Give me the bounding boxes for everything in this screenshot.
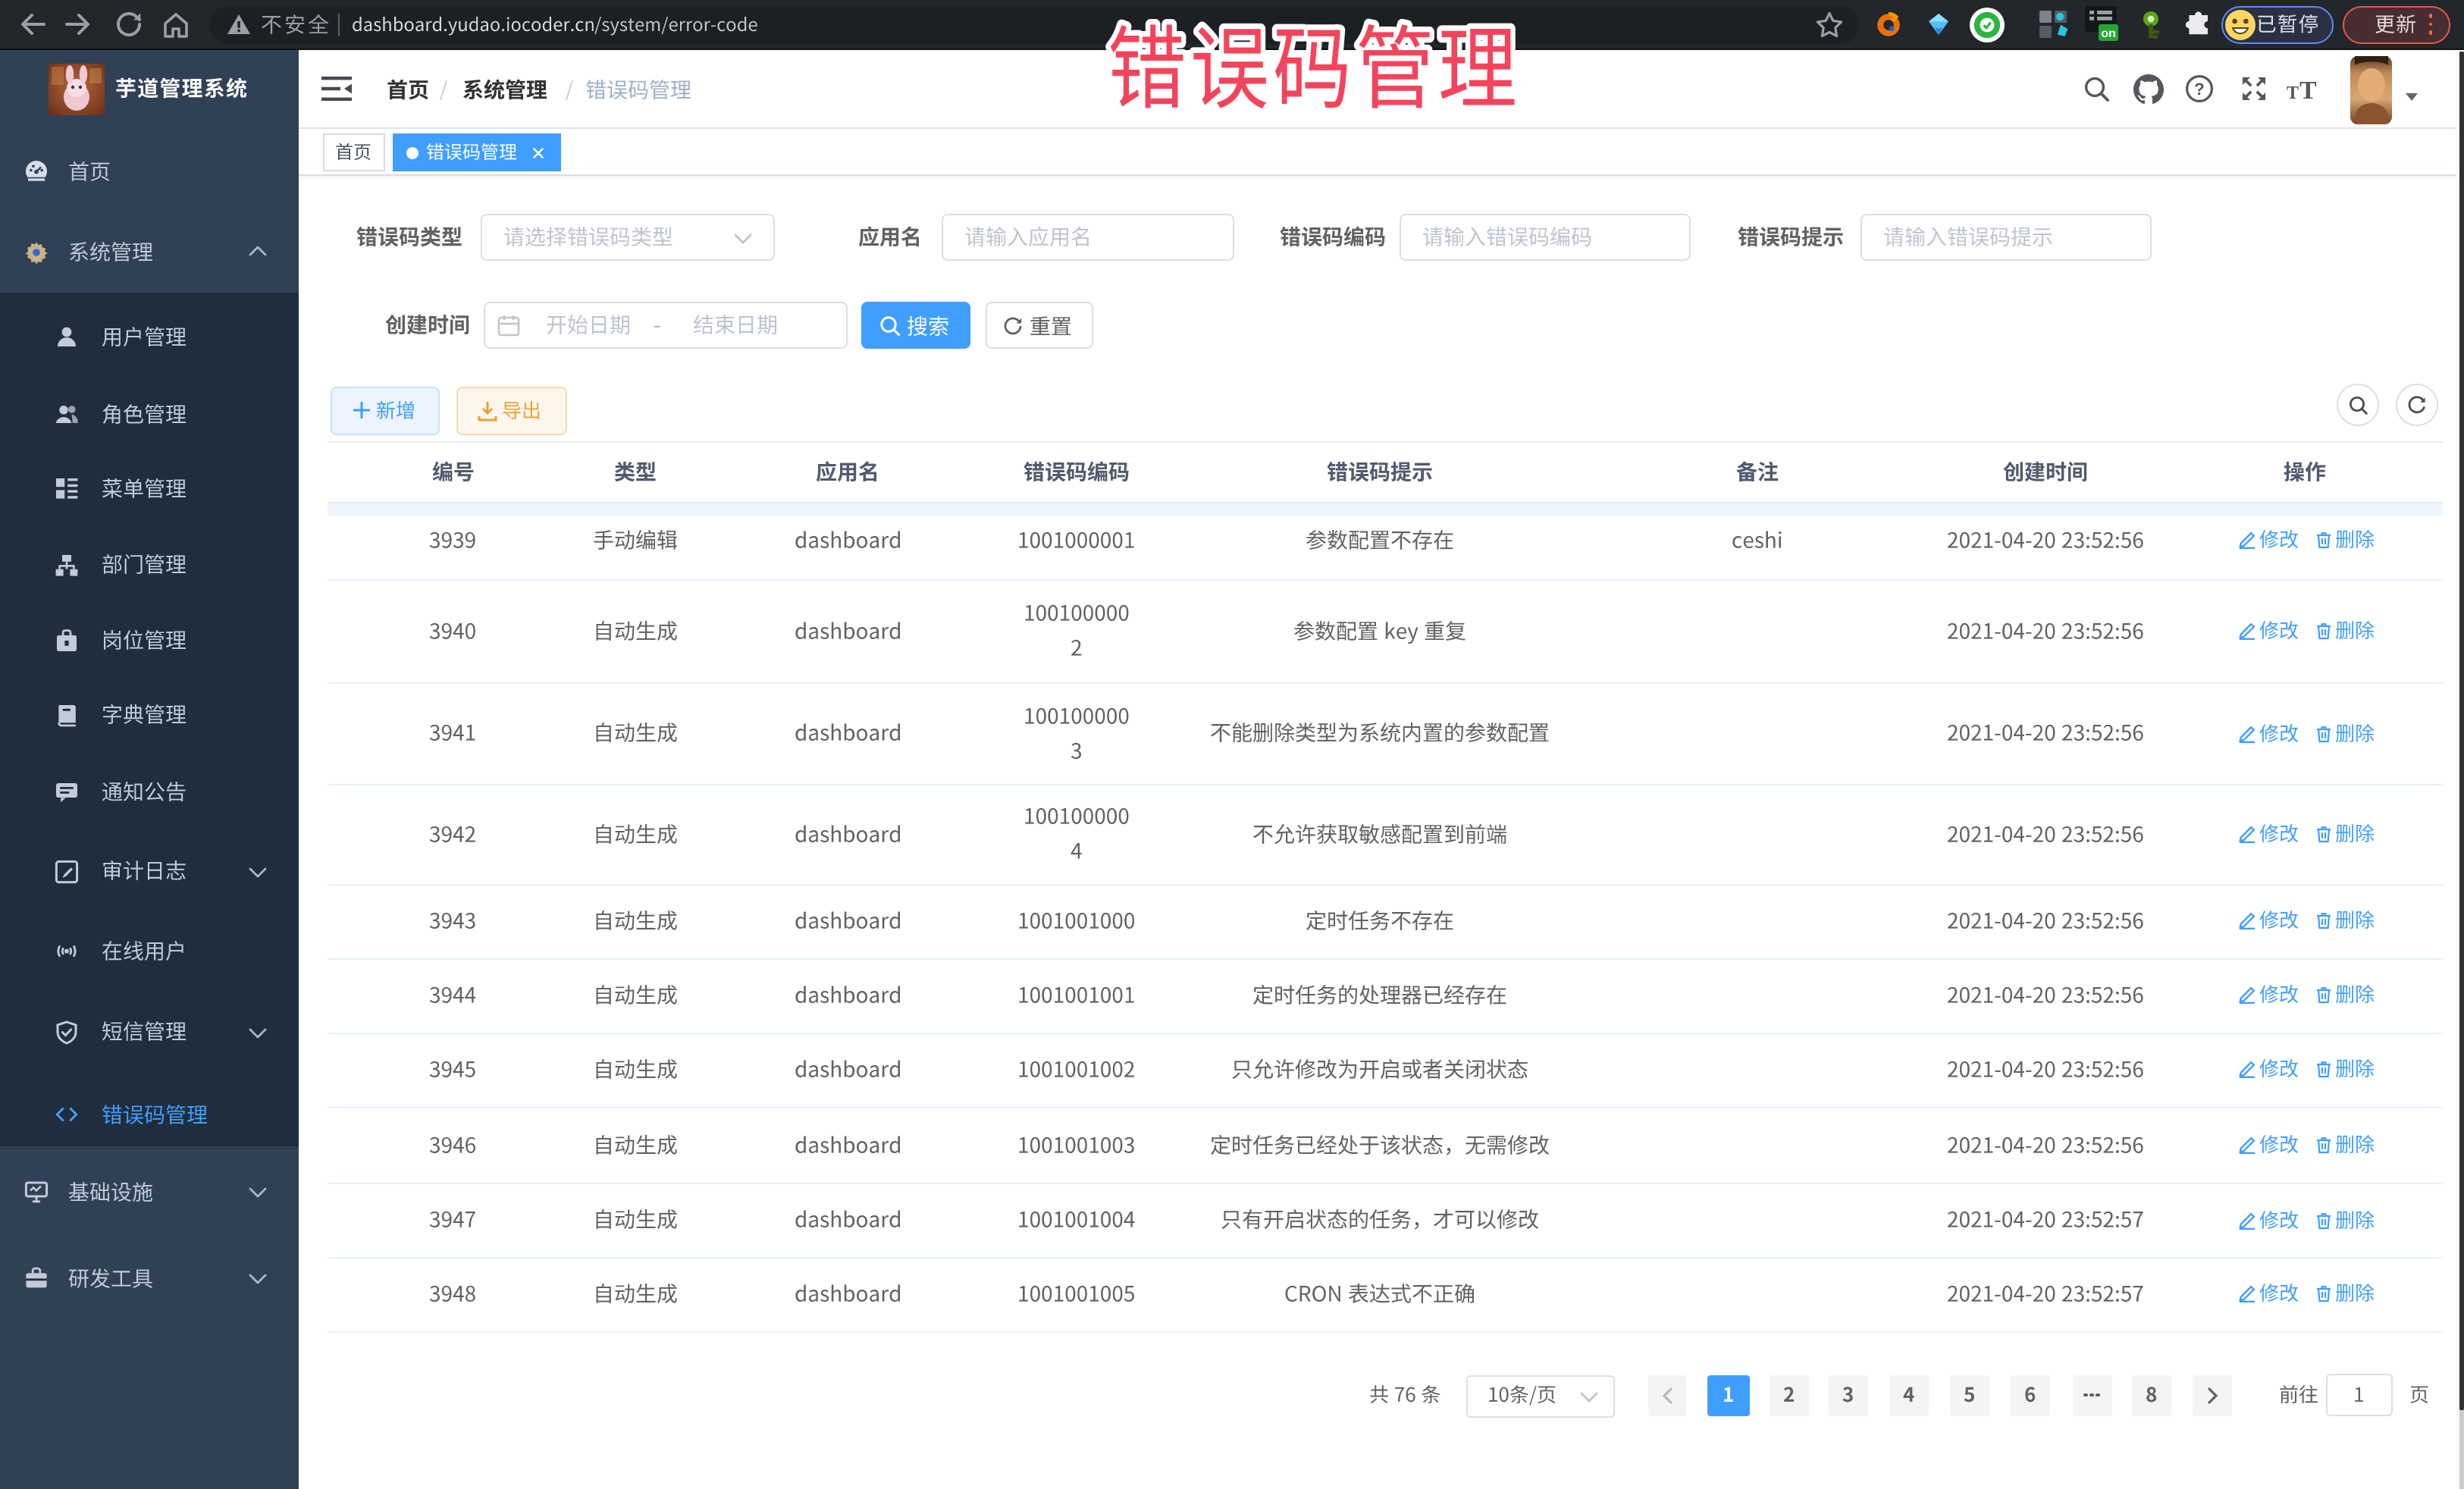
svg-text:on: on	[2101, 27, 2116, 40]
svg-text:T: T	[2286, 83, 2298, 102]
svg-text:?: ?	[2194, 80, 2204, 99]
svg-text:T: T	[2299, 76, 2316, 102]
